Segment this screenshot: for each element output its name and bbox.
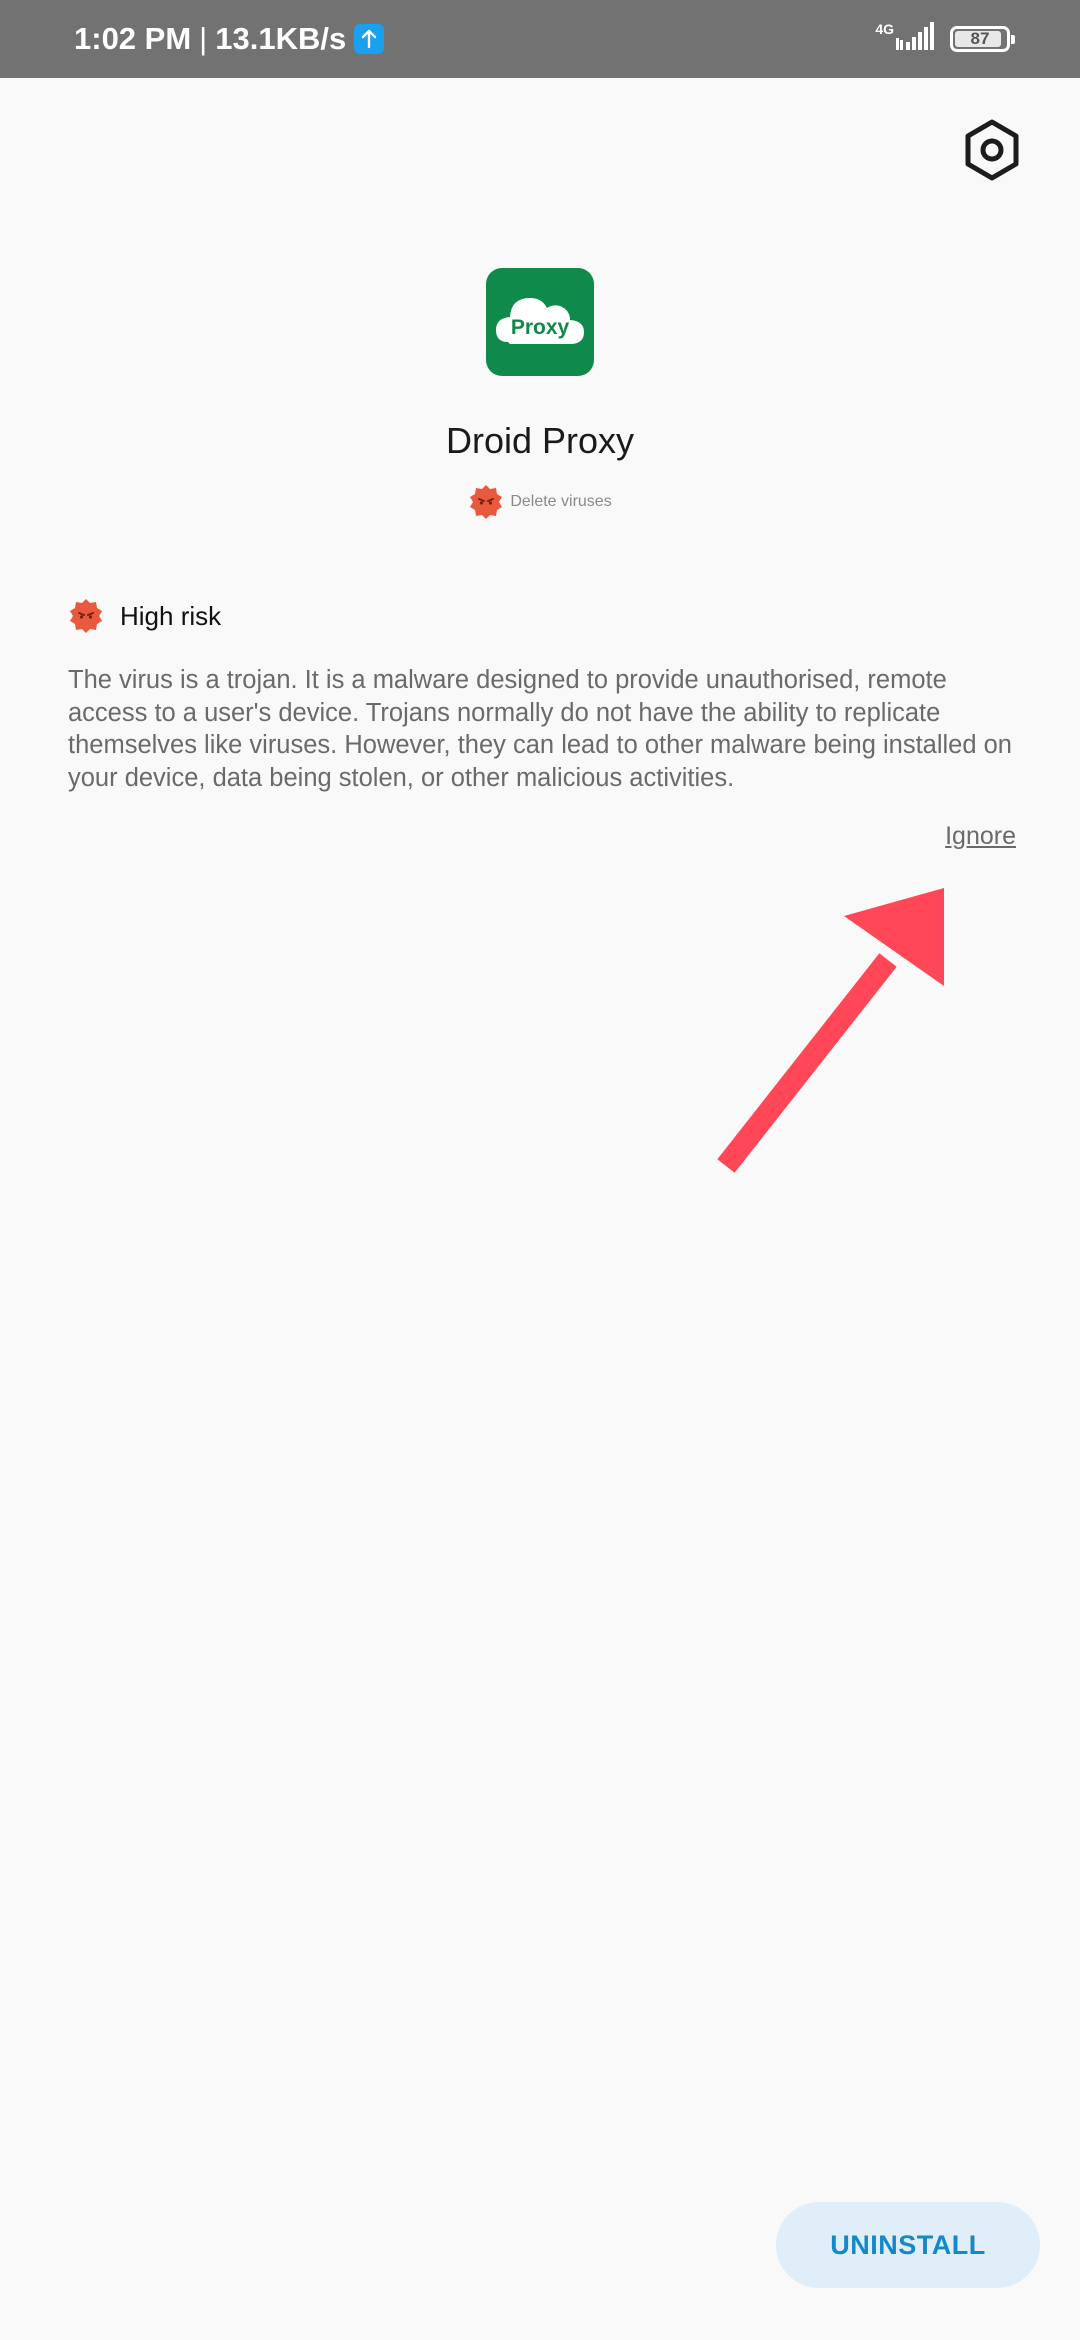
hexagon-gear-icon (965, 119, 1019, 181)
ignore-link[interactable]: Ignore (945, 822, 1016, 851)
upload-arrow-icon (354, 24, 385, 54)
uninstall-button[interactable]: UNINSTALL (776, 2202, 1040, 2288)
app-status-label: Delete viruses (510, 493, 612, 510)
virus-badge-icon (470, 485, 503, 519)
risk-level-label: High risk (120, 600, 222, 631)
risk-heading: High risk (68, 598, 221, 634)
settings-button[interactable] (960, 118, 1024, 182)
annotation-arrow-icon (717, 888, 944, 1173)
battery-level: 87 (970, 29, 990, 48)
status-left: 1:02 PM | 13.1KB/s (74, 0, 385, 78)
status-bar: 1:02 PM | 13.1KB/s 4G 87 (0, 0, 1080, 78)
battery-icon: 87 (950, 26, 1015, 52)
status-time: 1:02 PM (74, 21, 192, 56)
battery-tip (1011, 35, 1015, 44)
app-status-line: Delete viruses (0, 484, 1080, 520)
signal-bars-icon (896, 21, 936, 57)
network-type-label: 4G (875, 21, 894, 37)
virus-badge-icon (70, 599, 102, 633)
app-icon: Proxy (486, 268, 594, 376)
status-separator: | (199, 21, 208, 56)
cloud-icon: Proxy (496, 298, 584, 344)
status-speed: 13.1KB/s (215, 21, 347, 56)
risk-description: The virus is a trojan. It is a malware d… (68, 666, 1012, 792)
status-right: 4G 87 (875, 0, 1015, 78)
app-icon-text: Proxy (511, 316, 570, 339)
app-name: Droid Proxy (445, 420, 635, 461)
